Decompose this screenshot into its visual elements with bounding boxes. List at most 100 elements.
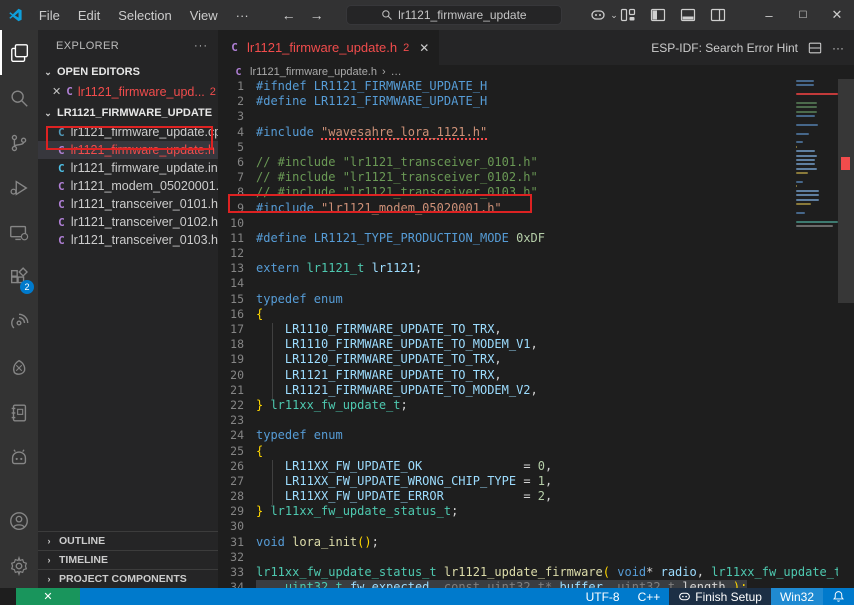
toggle-panel-icon[interactable] bbox=[680, 7, 696, 23]
open-editor-item[interactable]: ✕ C lr1121_firmware_upd... 2 bbox=[38, 82, 218, 101]
editor-more-actions-icon[interactable]: ··· bbox=[832, 41, 844, 55]
menu-selection[interactable]: Selection bbox=[109, 8, 180, 23]
split-editor-icon[interactable] bbox=[808, 41, 822, 55]
run-debug-icon[interactable] bbox=[0, 165, 38, 210]
explorer-sidebar: EXPLORER ··· ⌄ OPEN EDITORS ✕ C lr1121_f… bbox=[38, 30, 218, 588]
code-editor[interactable]: 1#ifndef LR1121_FIRMWARE_UPDATE_H2#defin… bbox=[218, 79, 854, 588]
code-line[interactable]: 15typedef enum bbox=[218, 292, 854, 307]
scrollbar-slider[interactable] bbox=[838, 79, 854, 303]
extensions-icon[interactable]: 2 bbox=[0, 255, 38, 300]
code-line[interactable]: 26 LR11XX_FW_UPDATE_OK = 0, bbox=[218, 459, 854, 474]
line-number: 1 bbox=[218, 79, 256, 94]
code-line[interactable]: 18 LR1110_FIRMWARE_UPDATE_TO_MODEM_V1, bbox=[218, 337, 854, 352]
outline-section[interactable]: › OUTLINE bbox=[38, 531, 218, 550]
editor-scrollbar[interactable] bbox=[838, 79, 854, 588]
close-icon[interactable]: ✕ bbox=[52, 85, 61, 98]
file-row[interactable]: Clr1121_transceiver_0103.h bbox=[38, 231, 218, 249]
code-line[interactable]: 25{ bbox=[218, 444, 854, 459]
file-row[interactable]: Clr1121_modem_05020001.h bbox=[38, 177, 218, 195]
menu-view[interactable]: View bbox=[181, 8, 227, 23]
file-row[interactable]: Clr1121_firmware_update.h2 bbox=[38, 141, 218, 159]
code-line[interactable]: 20 LR1121_FIRMWARE_UPDATE_TO_TRX, bbox=[218, 368, 854, 383]
window-minimize-button[interactable]: – bbox=[752, 0, 786, 30]
code-line[interactable]: 4#include "wavesahre_lora_1121.h" bbox=[218, 125, 854, 140]
settings-gear-icon[interactable] bbox=[0, 543, 38, 588]
editor-group: C lr1121_firmware_update.h 2 ✕ ESP-IDF: … bbox=[218, 30, 854, 588]
code-line[interactable]: 31void lora_init(); bbox=[218, 535, 854, 550]
account-icon[interactable] bbox=[0, 498, 38, 543]
code-line[interactable]: 17 LR1110_FIRMWARE_UPDATE_TO_TRX, bbox=[218, 322, 854, 337]
code-line[interactable]: 14 bbox=[218, 276, 854, 291]
file-row[interactable]: Clr1121_firmware_update.cpp bbox=[38, 123, 218, 141]
breadcrumb[interactable]: C lr1121_firmware_update.h › … bbox=[218, 65, 854, 79]
minimap[interactable] bbox=[796, 80, 838, 229]
code-line[interactable]: 11#define LR1121_TYPE_PRODUCTION_MODE 0x… bbox=[218, 231, 854, 246]
code-line[interactable]: 2#define LR1121_FIRMWARE_UPDATE_H bbox=[218, 94, 854, 109]
code-line[interactable]: 28 LR11XX_FW_UPDATE_ERROR = 2, bbox=[218, 489, 854, 504]
project-components-section[interactable]: › PROJECT COMPONENTS bbox=[38, 569, 218, 588]
tab-lr1121-firmware-update-h[interactable]: C lr1121_firmware_update.h 2 ✕ bbox=[218, 30, 439, 65]
problem-count-badge: 2 bbox=[210, 86, 216, 98]
code-line[interactable]: 24typedef enum bbox=[218, 428, 854, 443]
window-close-button[interactable]: ✕ bbox=[820, 0, 854, 30]
code-line[interactable]: 33lr11xx_fw_update_status_t lr1121_updat… bbox=[218, 565, 854, 580]
code-text: void lora_init(); bbox=[256, 535, 379, 550]
toggle-secondary-sidebar-icon[interactable] bbox=[710, 7, 726, 23]
menu-more[interactable]: ··· bbox=[227, 8, 258, 23]
code-line[interactable]: 3 bbox=[218, 109, 854, 124]
code-line[interactable]: 5 bbox=[218, 140, 854, 155]
file-row[interactable]: Clr1121_transceiver_0101.h bbox=[38, 195, 218, 213]
code-line[interactable]: 27 LR11XX_FW_UPDATE_WRONG_CHIP_TYPE = 1, bbox=[218, 474, 854, 489]
file-row[interactable]: Clr1121_transceiver_0102.h bbox=[38, 213, 218, 231]
search-view-icon[interactable] bbox=[0, 75, 38, 120]
code-line[interactable]: 6// #include "lr1121_transceiver_0101.h" bbox=[218, 155, 854, 170]
remote-indicator[interactable]: ✕ bbox=[16, 588, 80, 605]
code-line[interactable]: 29} lr11xx_fw_update_status_t; bbox=[218, 504, 854, 519]
code-line[interactable]: 13extern lr1121_t lr1121; bbox=[218, 261, 854, 276]
encoding-indicator[interactable]: UTF-8 bbox=[577, 588, 629, 605]
customize-layout-icon[interactable] bbox=[620, 7, 636, 23]
window-maximize-button[interactable]: ☐ bbox=[786, 0, 820, 30]
code-line[interactable]: 16{ bbox=[218, 307, 854, 322]
nav-back-icon[interactable]: ← bbox=[282, 7, 296, 23]
remote-explorer-icon[interactable] bbox=[0, 210, 38, 255]
code-line[interactable]: 10 bbox=[218, 216, 854, 231]
notifications-bell-icon[interactable] bbox=[823, 588, 854, 605]
code-line[interactable]: 7// #include "lr1121_transceiver_0102.h" bbox=[218, 170, 854, 185]
menu-file[interactable]: File bbox=[30, 8, 69, 23]
robot-assistant-icon[interactable] bbox=[0, 435, 38, 480]
sidebar-more-icon[interactable]: ··· bbox=[194, 40, 208, 52]
code-line[interactable]: 12 bbox=[218, 246, 854, 261]
open-editors-section[interactable]: ⌄ OPEN EDITORS bbox=[38, 62, 218, 82]
command-center-search[interactable]: lr1121_firmware_update bbox=[346, 5, 562, 25]
menu-edit[interactable]: Edit bbox=[69, 8, 109, 23]
toggle-sidebar-icon[interactable] bbox=[650, 7, 666, 23]
code-line[interactable]: 22} lr11xx_fw_update_t; bbox=[218, 398, 854, 413]
language-mode-indicator[interactable]: C++ bbox=[629, 588, 670, 605]
code-line[interactable]: 21 LR1121_FIRMWARE_UPDATE_TO_MODEM_V2, bbox=[218, 383, 854, 398]
code-line[interactable]: 19 LR1120_FIRMWARE_UPDATE_TO_TRX, bbox=[218, 352, 854, 367]
notebook-icon[interactable] bbox=[0, 390, 38, 435]
platformio-icon[interactable] bbox=[0, 345, 38, 390]
code-line[interactable]: 8// #include "lr1121_transceiver_0103.h" bbox=[218, 185, 854, 200]
extensions-badge: 2 bbox=[20, 280, 34, 294]
file-row[interactable]: Clr1121_firmware_update.ino bbox=[38, 159, 218, 177]
source-control-icon[interactable] bbox=[0, 120, 38, 165]
folder-root[interactable]: ⌄ LR1121_FIRMWARE_UPDATE bbox=[38, 103, 218, 123]
code-line[interactable]: 23 bbox=[218, 413, 854, 428]
espressif-idf-icon[interactable] bbox=[0, 300, 38, 345]
code-line[interactable]: 34 uint32_t fw_expected, const uint32_t*… bbox=[218, 580, 854, 588]
tab-close-icon[interactable]: ✕ bbox=[419, 41, 429, 55]
nav-forward-icon[interactable]: → bbox=[310, 7, 324, 23]
search-icon bbox=[381, 9, 393, 21]
explorer-icon[interactable] bbox=[0, 30, 38, 75]
finish-setup-button[interactable]: Finish Setup bbox=[669, 588, 771, 605]
code-line[interactable]: 30 bbox=[218, 519, 854, 534]
platform-indicator[interactable]: Win32 bbox=[771, 588, 823, 605]
copilot-menu[interactable]: ⌄ bbox=[590, 7, 620, 23]
code-line[interactable]: 9#include "lr1121_modem_05020001.h" bbox=[218, 201, 854, 216]
espidf-search-error-hint-button[interactable]: ESP-IDF: Search Error Hint bbox=[651, 41, 798, 55]
timeline-section[interactable]: › TIMELINE bbox=[38, 550, 218, 569]
code-line[interactable]: 32 bbox=[218, 550, 854, 565]
code-line[interactable]: 1#ifndef LR1121_FIRMWARE_UPDATE_H bbox=[218, 79, 854, 94]
